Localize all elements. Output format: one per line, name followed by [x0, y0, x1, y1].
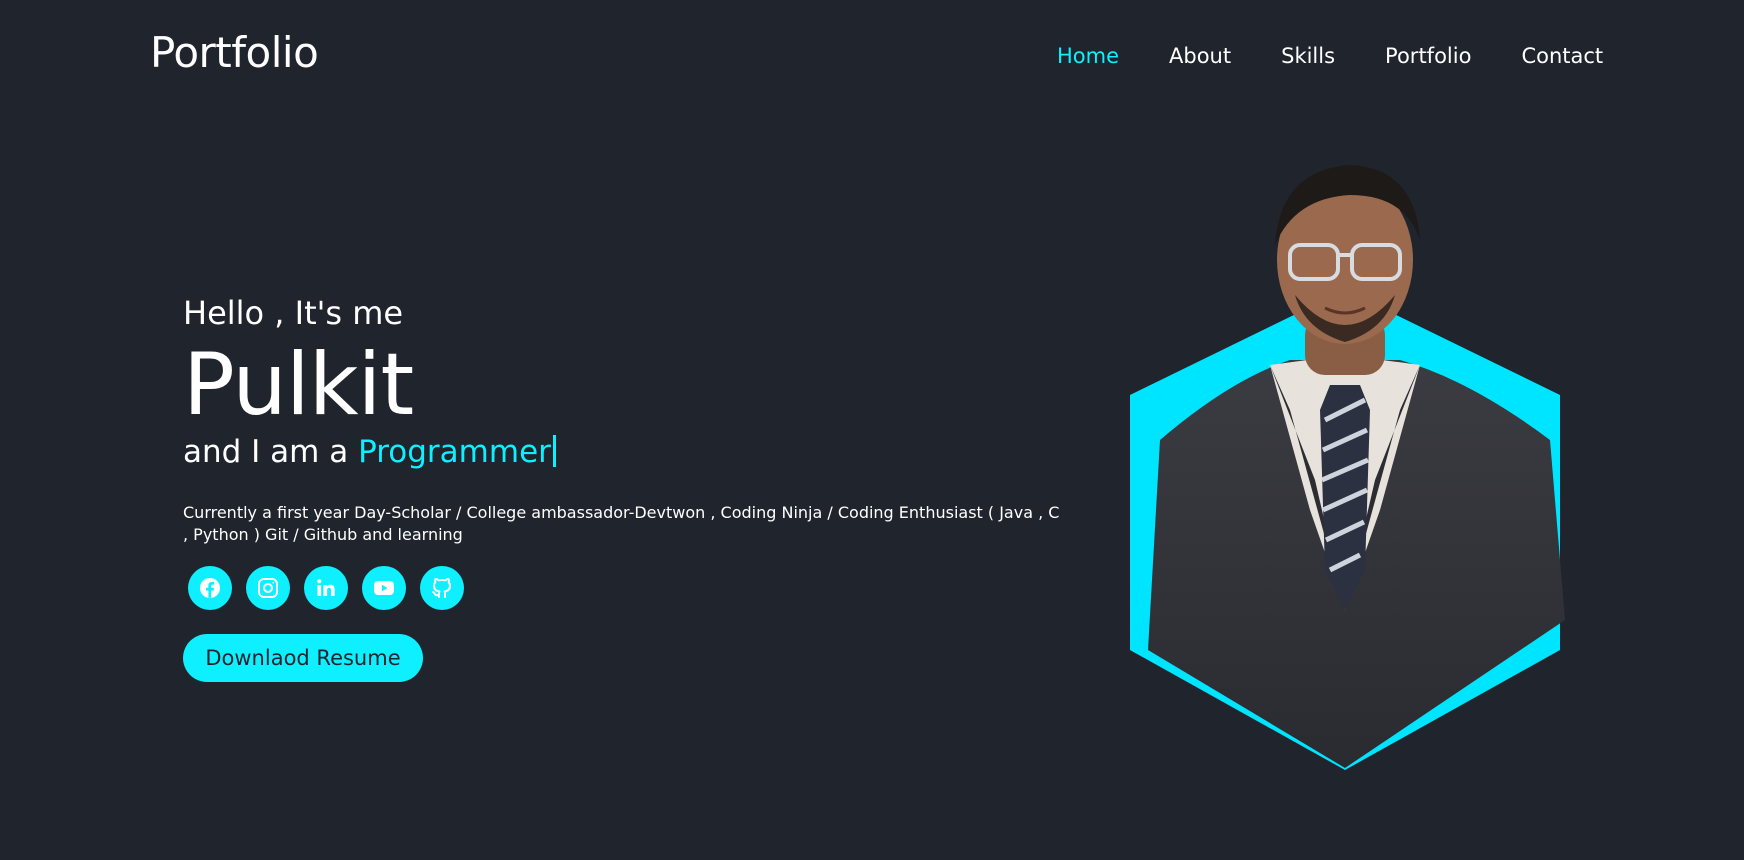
- instagram-icon: [258, 578, 278, 598]
- facebook-icon: [200, 578, 220, 598]
- linkedin-icon: [317, 579, 335, 596]
- nav-contact[interactable]: Contact: [1521, 44, 1603, 68]
- instagram-link[interactable]: [246, 566, 290, 610]
- hero-description: Currently a first year Day-Scholar / Col…: [183, 503, 1060, 544]
- role-highlight: Programmer: [358, 434, 551, 470]
- github-icon: [432, 578, 451, 598]
- facebook-link[interactable]: [188, 566, 232, 610]
- logo[interactable]: Portfolio: [150, 28, 319, 77]
- github-link[interactable]: [420, 566, 464, 610]
- site-header: Portfolio Home About Skills Portfolio Co…: [0, 0, 1744, 112]
- hero-role: and I am a Programmer: [183, 430, 1083, 474]
- nav-about[interactable]: About: [1169, 44, 1231, 68]
- youtube-icon: [374, 581, 394, 595]
- social-links: [188, 566, 1083, 610]
- linkedin-link[interactable]: [304, 566, 348, 610]
- nav-portfolio[interactable]: Portfolio: [1385, 44, 1471, 68]
- main-nav: Home About Skills Portfolio Contact: [1057, 40, 1603, 72]
- download-resume-button[interactable]: Downlaod Resume: [183, 634, 423, 682]
- hero-section: Hello , It's me Pulkit and I am a Progra…: [183, 290, 1083, 682]
- typing-caret: [552, 435, 556, 467]
- nav-skills[interactable]: Skills: [1281, 44, 1335, 68]
- profile-photo-graphic: [1130, 165, 1565, 770]
- hero-greeting: Hello , It's me: [183, 294, 404, 332]
- profile-photo: [1120, 150, 1570, 770]
- youtube-link[interactable]: [362, 566, 406, 610]
- role-prefix: and I am a: [183, 434, 349, 470]
- hero-name: Pulkit: [183, 335, 414, 435]
- nav-home[interactable]: Home: [1057, 44, 1119, 68]
